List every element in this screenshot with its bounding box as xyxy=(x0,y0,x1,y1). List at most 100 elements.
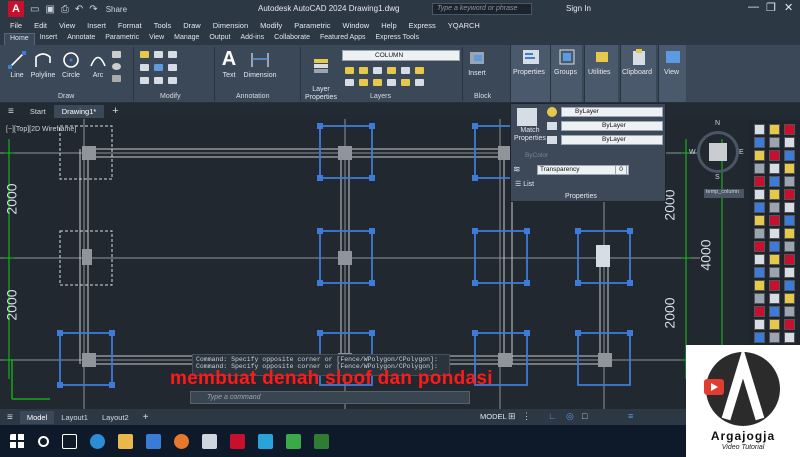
palette-tool-icon[interactable] xyxy=(754,267,765,278)
palette-tool-icon[interactable] xyxy=(784,124,795,135)
dimension-tool[interactable]: Dimension xyxy=(242,51,278,79)
polar-icon[interactable]: ◎ xyxy=(566,411,574,422)
edge-icon[interactable] xyxy=(90,433,105,449)
layer-icon[interactable] xyxy=(373,67,382,74)
search-input[interactable]: Type a keyword or phrase xyxy=(432,3,532,15)
viewcube-east[interactable]: E xyxy=(739,149,744,156)
share-button[interactable]: Share xyxy=(106,5,127,14)
properties-panel-button[interactable]: Properties xyxy=(510,45,550,102)
palette-tool-icon[interactable] xyxy=(769,306,780,317)
view-panel-button[interactable]: View xyxy=(658,45,686,102)
command-input[interactable]: Type a command xyxy=(190,391,470,404)
palette-tool-icon[interactable] xyxy=(769,280,780,291)
match-properties-button[interactable]: Match Properties xyxy=(514,127,546,143)
tab-start[interactable]: Start xyxy=(22,105,54,118)
layer-icon[interactable] xyxy=(401,79,410,86)
tab-layout1[interactable]: Layout1 xyxy=(54,411,95,424)
palette-tool-icon[interactable] xyxy=(784,254,795,265)
menu-dimension[interactable]: Dimension xyxy=(213,21,248,30)
insert-tool[interactable]: Insert xyxy=(466,49,488,77)
palette-tool-icon[interactable] xyxy=(784,267,795,278)
palette-tool-icon[interactable] xyxy=(754,176,765,187)
close-icon[interactable]: ✕ xyxy=(784,1,793,14)
scale-icon[interactable] xyxy=(154,77,163,84)
copy-icon[interactable] xyxy=(140,64,149,71)
groups-panel-button[interactable]: Groups xyxy=(550,45,582,102)
grid-icon[interactable]: ⊞ xyxy=(508,411,516,422)
palette-tool-icon[interactable] xyxy=(754,254,765,265)
palette-tool-icon[interactable] xyxy=(769,163,780,174)
palette-tool-icon[interactable] xyxy=(754,137,765,148)
palette-tool-icon[interactable] xyxy=(754,241,765,252)
palette-tool-icon[interactable] xyxy=(754,332,765,343)
print-icon[interactable]: ⎙ xyxy=(61,4,69,15)
palette-tool-icon[interactable] xyxy=(769,137,780,148)
rotate-icon[interactable] xyxy=(154,51,163,58)
tab-layout2[interactable]: Layout2 xyxy=(95,411,136,424)
palette-tool-icon[interactable] xyxy=(784,280,795,291)
viewcube-south[interactable]: S xyxy=(715,174,720,181)
app-w-icon[interactable] xyxy=(258,433,273,449)
palette-tool-icon[interactable] xyxy=(784,189,795,200)
task-view-icon[interactable] xyxy=(62,433,77,449)
list-button[interactable]: ☰ List xyxy=(515,180,534,188)
layer-icon[interactable] xyxy=(387,79,396,86)
menu-express[interactable]: Express xyxy=(409,21,436,30)
palette-tool-icon[interactable] xyxy=(754,124,765,135)
tab-drawing1[interactable]: Drawing1* xyxy=(53,104,105,118)
palette-tool-icon[interactable] xyxy=(754,202,765,213)
sign-in-button[interactable]: Sign In xyxy=(566,4,591,13)
polyline-tool[interactable]: Polyline xyxy=(28,51,58,79)
menu-draw[interactable]: Draw xyxy=(183,21,201,30)
add-tab-icon[interactable]: + xyxy=(104,103,126,119)
palette-tool-icon[interactable] xyxy=(769,293,780,304)
viewcube-north[interactable]: N xyxy=(715,120,720,127)
palette-tool-icon[interactable] xyxy=(784,319,795,330)
store-icon[interactable] xyxy=(146,433,161,449)
tab-model[interactable]: Model xyxy=(19,410,55,424)
move-icon[interactable] xyxy=(140,51,149,58)
palette-tool-icon[interactable] xyxy=(769,254,780,265)
hatch-icon[interactable] xyxy=(112,75,121,82)
tab-annotate[interactable]: Annotate xyxy=(62,33,100,45)
firefox-icon[interactable] xyxy=(174,433,189,449)
palette-tool-icon[interactable] xyxy=(784,332,795,343)
palette-tool-icon[interactable] xyxy=(754,319,765,330)
palette-tool-icon[interactable] xyxy=(784,150,795,161)
palette-tool-icon[interactable] xyxy=(769,228,780,239)
palette-tool-icon[interactable] xyxy=(754,293,765,304)
camtasia-recorder-icon[interactable] xyxy=(314,433,329,449)
undo-icon[interactable]: ↶ xyxy=(75,4,83,15)
layer-icon[interactable] xyxy=(415,67,424,74)
palette-tool-icon[interactable] xyxy=(754,163,765,174)
tab-add-ins[interactable]: Add-ins xyxy=(235,33,269,45)
menu-window[interactable]: Window xyxy=(343,21,370,30)
lineweight-toggle-icon[interactable]: ≡ xyxy=(628,411,633,421)
ellipse-icon[interactable] xyxy=(112,63,121,70)
palette-tool-icon[interactable] xyxy=(784,241,795,252)
utilities-panel-button[interactable]: Utilities xyxy=(584,45,618,102)
layer-icon[interactable] xyxy=(345,67,354,74)
menu-edit[interactable]: Edit xyxy=(34,21,47,30)
layer-icon[interactable] xyxy=(345,79,354,86)
palette-tool-icon[interactable] xyxy=(769,332,780,343)
palette-tool-icon[interactable] xyxy=(769,176,780,187)
text-tool[interactable]: A Text xyxy=(218,49,240,79)
linetype-dropdown[interactable]: ByLayer xyxy=(561,121,663,131)
palette-tool-icon[interactable] xyxy=(784,306,795,317)
palette-tool-icon[interactable] xyxy=(784,163,795,174)
minimize-icon[interactable]: — xyxy=(748,1,759,13)
arc-tool[interactable]: Arc xyxy=(88,51,108,79)
transparency-value[interactable]: 0 xyxy=(615,165,627,175)
circle-tool[interactable]: Circle xyxy=(60,51,82,79)
tab-home[interactable]: Home xyxy=(4,33,35,45)
snap-icon[interactable]: ⋮ xyxy=(522,411,531,422)
palette-tool-icon[interactable] xyxy=(769,241,780,252)
palette-tool-icon[interactable] xyxy=(769,319,780,330)
menu-file[interactable]: File xyxy=(10,21,22,30)
color-dropdown[interactable]: ByLayer xyxy=(561,107,663,117)
palette-tool-icon[interactable] xyxy=(784,228,795,239)
layer-icon[interactable] xyxy=(401,67,410,74)
maximize-icon[interactable]: ❐ xyxy=(766,1,776,14)
tab-view[interactable]: View xyxy=(144,33,169,45)
